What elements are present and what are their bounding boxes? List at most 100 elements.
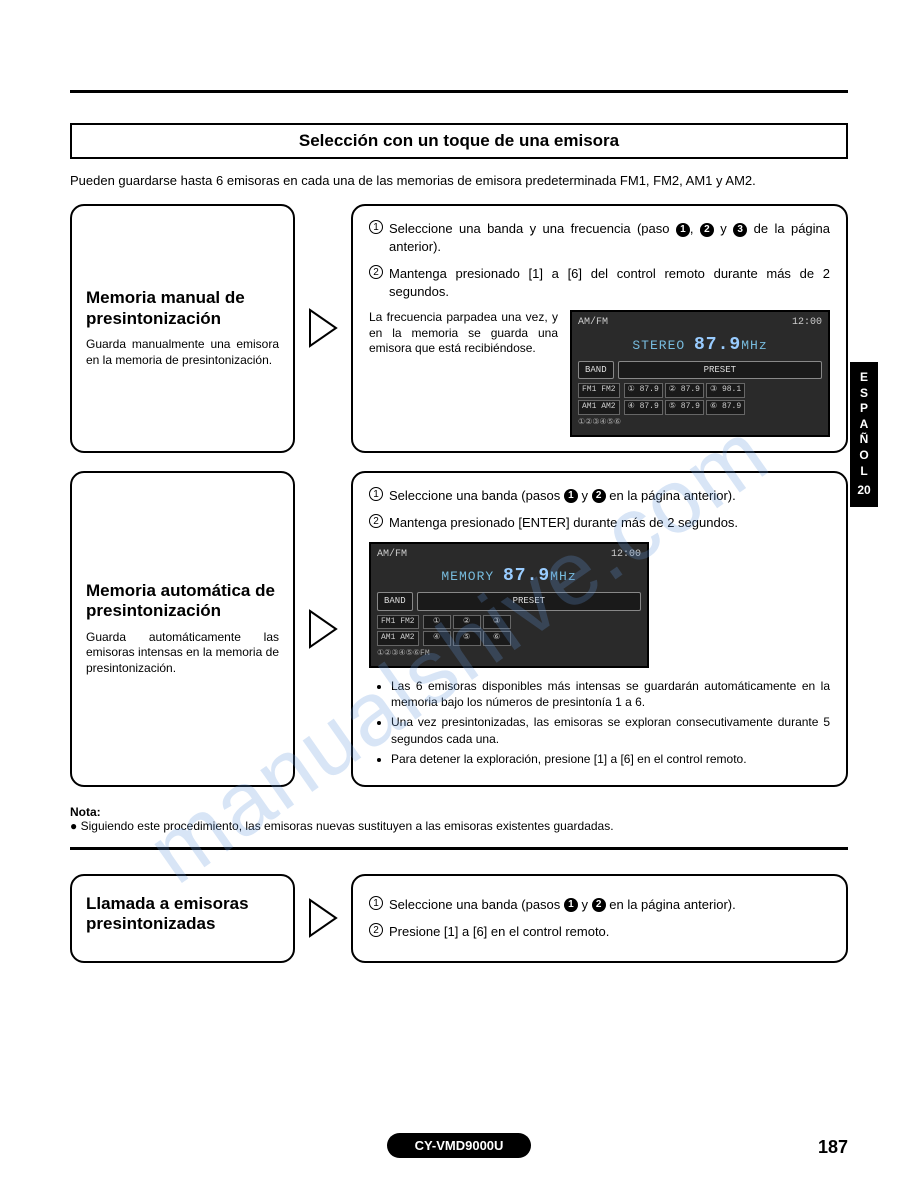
triangle-right-icon (308, 308, 338, 348)
lcd-am: AM1 AM2 (377, 631, 419, 646)
tab-letter: A (850, 417, 878, 433)
tab-letter: Ñ (850, 432, 878, 448)
lcd-preset-cell: ③ (483, 615, 511, 630)
lcd-unit: MHz (741, 338, 767, 353)
section-auto: Memoria automática de presintonización G… (70, 471, 848, 787)
step-number: 1 (369, 487, 383, 501)
step: 2 Mantenga presionado [1] a [6] del cont… (369, 265, 830, 300)
lcd-clock: 12:00 (611, 548, 641, 562)
tab-letter: S (850, 386, 878, 402)
t: y (578, 897, 592, 912)
t: Seleccione una banda (pasos (389, 897, 564, 912)
language-tab: E S P A Ñ O L 20 (850, 362, 878, 507)
lcd-unit: MHz (550, 569, 576, 584)
lcd-display-1: AM/FM 12:00 STEREO 87.9MHz BAND PRESET FM… (570, 310, 830, 436)
note-block: Nota: ● Siguiendo este procedimiento, la… (70, 805, 848, 833)
lcd-preset-cell: ④ 87.9 (624, 400, 663, 415)
t: en la página anterior). (606, 897, 736, 912)
step-text: Mantenga presionado [ENTER] durante más … (389, 514, 738, 532)
step: 2 Presione [1] a [6] en el control remot… (369, 923, 830, 941)
step-text: Presione [1] a [6] en el control remoto. (389, 923, 609, 941)
ref-2: 2 (700, 223, 714, 237)
section1-title: Memoria manual de presintonización (86, 288, 279, 329)
bullet: Una vez presintonizadas, las emisoras se… (391, 714, 830, 746)
lcd-clock: 12:00 (792, 316, 822, 330)
left-box-recall: Llamada a emisoras presintonizadas (70, 874, 295, 963)
lcd-fm: FM1 FM2 (377, 615, 419, 630)
step-number: 2 (369, 265, 383, 279)
step-text: Seleccione una banda y una frecuencia (p… (389, 220, 830, 255)
lcd-preset-cell: ⑥ (483, 631, 511, 646)
step-number: 1 (369, 896, 383, 910)
tab-letter: O (850, 448, 878, 464)
left-box-manual: Memoria manual de presintonización Guard… (70, 204, 295, 453)
lcd-footer: ①②③④⑤⑥FM (377, 649, 641, 660)
note-label: Nota: (70, 805, 101, 819)
section2-desc: Guarda automáticamente las emisoras inte… (86, 630, 279, 677)
step-text: Mantenga presionado [1] a [6] del contro… (389, 265, 830, 300)
t: en la página anterior). (606, 488, 736, 503)
arrow (305, 204, 341, 453)
section-recall: Llamada a emisoras presintonizadas 1 Sel… (70, 874, 848, 963)
display-caption: La frecuencia parpadea una vez, y en la … (369, 310, 558, 357)
bullet-list: Las 6 emisoras disponibles más intensas … (391, 678, 830, 767)
step: 2 Mantenga presionado [ENTER] durante má… (369, 514, 830, 532)
tab-letter: P (850, 401, 878, 417)
step-number: 1 (369, 220, 383, 234)
left-box-auto: Memoria automática de presintonización G… (70, 471, 295, 787)
t: Seleccione una banda (pasos (389, 488, 564, 503)
lcd-preset-label: PRESET (417, 592, 641, 610)
lcd-stereo: STEREO (632, 338, 685, 353)
lcd-freq: 87.9 (503, 566, 550, 586)
lcd-preset-cell: ③ 98.1 (706, 383, 745, 398)
arrow (305, 874, 341, 963)
lcd-preset-cell: ② 87.9 (665, 383, 704, 398)
ref-3: 3 (733, 223, 747, 237)
bullet: Para detener la exploración, presione [1… (391, 751, 830, 767)
section1-desc: Guarda manualmente una emisora en la mem… (86, 337, 279, 368)
lcd-preset-cell: ① (423, 615, 451, 630)
tab-letter: E (850, 370, 878, 386)
lcd-preset-cell: ⑥ 87.9 (706, 400, 745, 415)
ref-2: 2 (592, 898, 606, 912)
lcd-band-label: BAND (578, 361, 614, 379)
step-number: 2 (369, 923, 383, 937)
display-row: La frecuencia parpadea una vez, y en la … (369, 310, 830, 436)
bullet: Las 6 emisoras disponibles más intensas … (391, 678, 830, 710)
triangle-right-icon (308, 898, 338, 938)
step: 1 Seleccione una banda (pasos 1 y 2 en l… (369, 896, 830, 914)
right-box-auto: 1 Seleccione una banda (pasos 1 y 2 en l… (351, 471, 848, 787)
ref-1: 1 (564, 489, 578, 503)
lcd-preset-cell: ④ (423, 631, 451, 646)
t: Seleccione una banda y una frecuencia (p… (389, 221, 676, 236)
footer: CY-VMD9000U (0, 1133, 918, 1158)
ref-1: 1 (564, 898, 578, 912)
lcd-display-2: AM/FM12:00 MEMORY 87.9MHz BAND PRESET FM… (369, 542, 649, 668)
page-number: 187 (818, 1137, 848, 1158)
right-box-manual: 1 Seleccione una banda y una frecuencia … (351, 204, 848, 453)
step-text: Seleccione una banda (pasos 1 y 2 en la … (389, 896, 736, 914)
step: 1 Seleccione una banda y una frecuencia … (369, 220, 830, 255)
lcd-preset-label: PRESET (618, 361, 822, 379)
ref-2: 2 (592, 489, 606, 503)
lcd-preset-cell: ⑤ 87.9 (665, 400, 704, 415)
lcd-freq: 87.9 (694, 335, 741, 355)
note-text: Siguiendo este procedimiento, las emisor… (81, 819, 614, 833)
step: 1 Seleccione una banda (pasos 1 y 2 en l… (369, 487, 830, 505)
lcd-footer: ①②③④⑤⑥ (578, 418, 822, 429)
top-rule (70, 90, 848, 93)
lcd-mode: AM/FM (578, 316, 608, 330)
right-box-recall: 1 Seleccione una banda (pasos 1 y 2 en l… (351, 874, 848, 963)
t: y (714, 221, 733, 236)
step-text: Seleccione una banda (pasos 1 y 2 en la … (389, 487, 736, 505)
lcd-preset-cell: ② (453, 615, 481, 630)
triangle-right-icon (308, 609, 338, 649)
divider (70, 847, 848, 850)
tab-number: 20 (850, 483, 878, 499)
arrow (305, 471, 341, 787)
step-number: 2 (369, 514, 383, 528)
lcd-fm: FM1 FM2 (578, 383, 620, 398)
ref-1: 1 (676, 223, 690, 237)
page-title: Selección con un toque de una emisora (70, 123, 848, 159)
intro-text: Pueden guardarse hasta 6 emisoras en cad… (70, 173, 848, 188)
